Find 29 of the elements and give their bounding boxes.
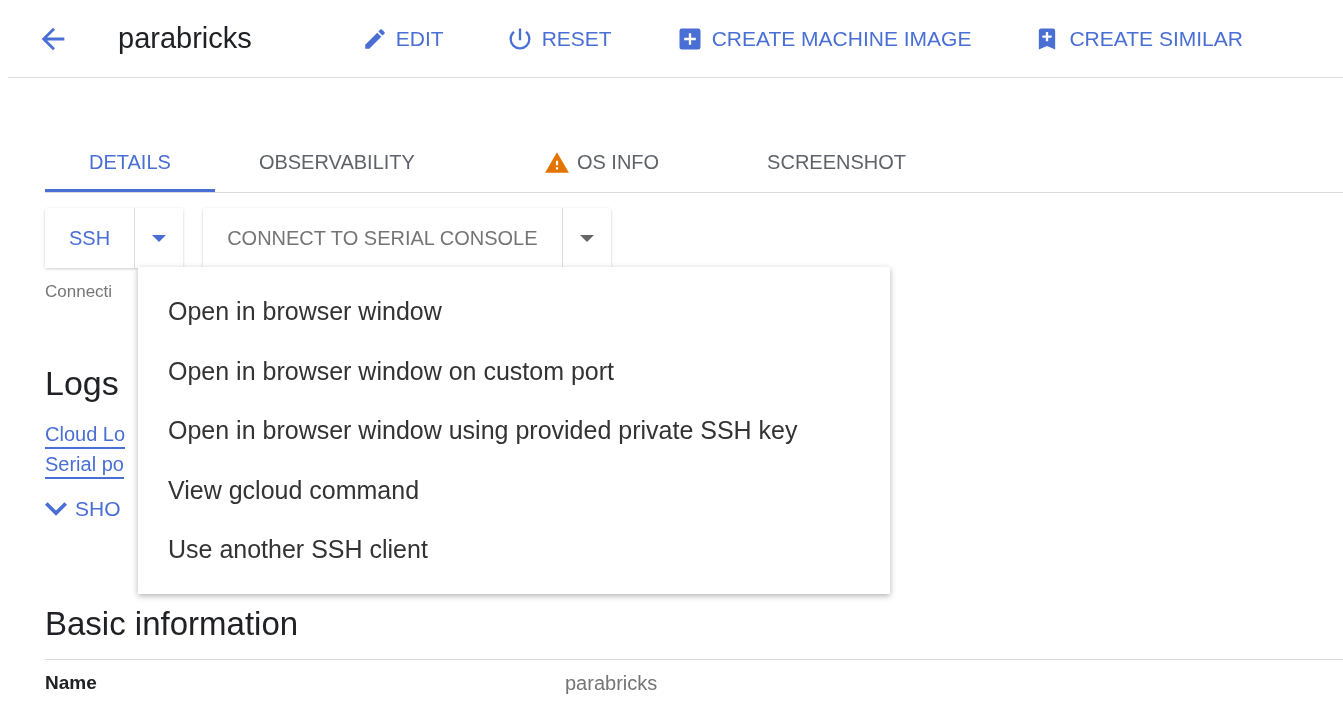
chevron-down-icon xyxy=(45,502,67,516)
page-title: parabricks xyxy=(118,22,252,55)
tab[interactable]: DETAILS xyxy=(45,136,215,192)
caret-icon xyxy=(579,234,594,242)
section-title: Logs xyxy=(45,364,119,403)
create-button[interactable]: CREATE MACHINE IMAGE xyxy=(675,24,972,53)
menu-item[interactable]: Open in browser window xyxy=(138,282,890,342)
menu-item[interactable]: View gcloud command xyxy=(138,460,890,520)
caret-icon xyxy=(152,234,167,242)
field-value: parabricks xyxy=(565,672,658,695)
edit-button[interactable]: EDIT xyxy=(361,25,444,52)
tab[interactable]: OBSERVABILITY xyxy=(214,136,459,192)
menu-item[interactable]: Open in browser window using provided private SSH key xyxy=(138,401,890,461)
menu-item[interactable]: Use another SSH client xyxy=(138,520,890,580)
field-label: Name xyxy=(45,672,98,695)
tab[interactable]: SCREENSHOT xyxy=(723,136,950,192)
dropdown-button[interactable] xyxy=(135,208,184,268)
tab[interactable]: OS INFO xyxy=(458,136,724,192)
log-link[interactable]: Cloud Lo xyxy=(45,421,126,449)
dropdown-button[interactable] xyxy=(562,208,611,268)
ssh-button[interactable]: SSH xyxy=(45,208,136,268)
log-link[interactable]: Serial po xyxy=(45,451,124,479)
reset-button[interactable]: RESET xyxy=(505,24,612,53)
section-title: Basic information xyxy=(45,605,299,643)
create-button[interactable]: CREATE SIMILAR xyxy=(1033,24,1243,53)
status-text: Connecti xyxy=(45,282,114,302)
menu-item[interactable]: Open in browser window on custom port xyxy=(138,341,890,401)
serial-console-button[interactable]: CONNECT TO SERIAL CONSOLE xyxy=(203,208,563,268)
show-more-button[interactable]: SHO xyxy=(45,497,121,521)
